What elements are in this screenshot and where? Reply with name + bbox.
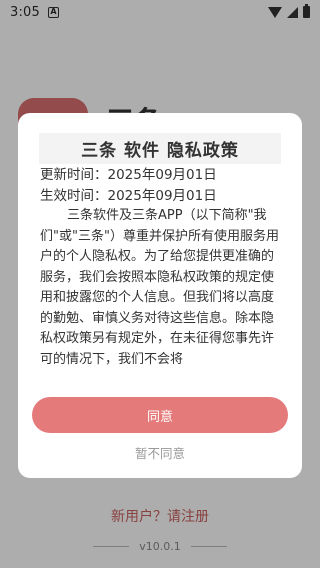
privacy-policy-dialog: 三条 软件 隐私政策 更新时间：2025年09月01日 生效时间：2025年09… — [18, 113, 302, 478]
policy-scroll-area[interactable]: 更新时间：2025年09月01日 生效时间：2025年09月01日 三条软件及三… — [40, 165, 284, 395]
updated-date: 更新时间：2025年09月01日 — [40, 167, 217, 183]
effective-date: 生效时间：2025年09月01日 — [40, 187, 217, 204]
dialog-title: 三条 软件 隐私政策 — [39, 133, 281, 164]
disagree-button[interactable]: 暂不同意 — [18, 443, 302, 462]
agree-button[interactable]: 同意 — [32, 397, 288, 433]
policy-text: 三条软件及三条APP（以下简称"我们"或"三条"）尊重并保护所有使用服务用户的个… — [40, 208, 279, 367]
